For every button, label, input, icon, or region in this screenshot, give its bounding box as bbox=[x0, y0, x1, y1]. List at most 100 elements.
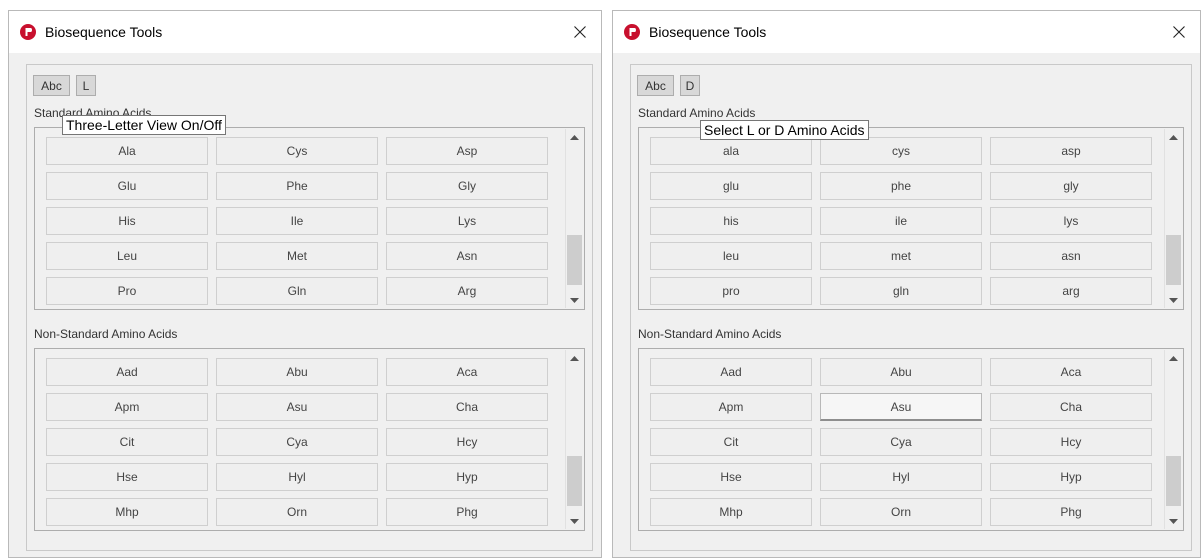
scroll-up-button[interactable] bbox=[566, 350, 583, 366]
amino-acid-button[interactable]: Phg bbox=[990, 498, 1152, 526]
standard-scrollbar[interactable] bbox=[565, 129, 583, 308]
amino-acid-button[interactable]: gly bbox=[990, 172, 1152, 200]
amino-acid-button[interactable]: Mhp bbox=[46, 498, 208, 526]
non-standard-amino-acids-label: Non-Standard Amino Acids bbox=[34, 327, 178, 341]
scroll-up-arrow-icon bbox=[570, 355, 579, 361]
amino-acid-button[interactable]: Hse bbox=[650, 463, 812, 491]
amino-acid-button[interactable]: Apm bbox=[650, 393, 812, 421]
amino-acid-button[interactable]: cys bbox=[820, 137, 982, 165]
amino-acid-button[interactable]: Abu bbox=[216, 358, 378, 386]
non-standard-amino-acids-label: Non-Standard Amino Acids bbox=[638, 327, 782, 341]
amino-acid-button[interactable]: Aca bbox=[386, 358, 548, 386]
amino-acid-button[interactable]: pro bbox=[650, 277, 812, 305]
scroll-down-arrow-icon bbox=[570, 518, 579, 524]
amino-acid-button[interactable]: Orn bbox=[820, 498, 982, 526]
amino-acid-button[interactable]: Glu bbox=[46, 172, 208, 200]
amino-acid-button[interactable]: leu bbox=[650, 242, 812, 270]
amino-acid-button[interactable]: Asu bbox=[820, 393, 982, 421]
amino-acid-button[interactable]: Cit bbox=[46, 428, 208, 456]
non-standard-scrollbar[interactable] bbox=[1164, 350, 1182, 529]
amino-acid-button[interactable]: Phg bbox=[386, 498, 548, 526]
amino-acid-button[interactable]: Orn bbox=[216, 498, 378, 526]
scroll-up-button[interactable] bbox=[566, 129, 583, 145]
non-standard-amino-acids-group: Aad Abu Aca Apm Asu Cha Cit Cya Hcy Hse Hyl Hyp Mhp O… bbox=[638, 348, 1184, 531]
three-letter-view-toggle[interactable]: Abc bbox=[33, 75, 70, 96]
amino-acid-button[interactable]: Hcy bbox=[386, 428, 548, 456]
scroll-thumb[interactable] bbox=[1166, 235, 1181, 285]
l-d-amino-acid-toggle[interactable]: L bbox=[76, 75, 96, 96]
amino-acid-button[interactable]: phe bbox=[820, 172, 982, 200]
scroll-down-button[interactable] bbox=[566, 513, 583, 529]
amino-acid-button[interactable]: Hse bbox=[46, 463, 208, 491]
amino-acid-button[interactable]: asn bbox=[990, 242, 1152, 270]
amino-acid-button[interactable]: Abu bbox=[820, 358, 982, 386]
amino-acid-button[interactable]: Cha bbox=[990, 393, 1152, 421]
scroll-up-arrow-icon bbox=[570, 134, 579, 140]
standard-amino-acids-group: Ala Cys Asp Glu Phe Gly His Ile Lys Leu Met Asn Pro G… bbox=[34, 127, 585, 310]
amino-acid-button[interactable]: lys bbox=[990, 207, 1152, 235]
amino-acid-button[interactable]: Hyl bbox=[216, 463, 378, 491]
amino-acid-button[interactable]: Cit bbox=[650, 428, 812, 456]
amino-acid-button[interactable]: Cya bbox=[216, 428, 378, 456]
amino-acid-button[interactable]: Asp bbox=[386, 137, 548, 165]
amino-acid-button[interactable]: Hyp bbox=[386, 463, 548, 491]
amino-acid-button[interactable]: Asn bbox=[386, 242, 548, 270]
amino-acid-button[interactable]: Aad bbox=[46, 358, 208, 386]
amino-acid-button[interactable]: Phe bbox=[216, 172, 378, 200]
three-letter-view-toggle[interactable]: Abc bbox=[637, 75, 674, 96]
amino-acid-button[interactable]: his bbox=[650, 207, 812, 235]
scroll-thumb[interactable] bbox=[567, 456, 582, 506]
amino-acid-button[interactable]: Mhp bbox=[650, 498, 812, 526]
non-standard-amino-acids-grid: Aad Abu Aca Apm Asu Cha Cit Cya Hcy Hse Hyl Hyp Mhp O… bbox=[46, 358, 548, 530]
amino-acid-button[interactable]: Hyl bbox=[820, 463, 982, 491]
amino-acid-button[interactable]: Apm bbox=[46, 393, 208, 421]
window-title: Biosequence Tools bbox=[45, 24, 163, 40]
amino-acid-button[interactable]: Met bbox=[216, 242, 378, 270]
scroll-up-button[interactable] bbox=[1165, 129, 1182, 145]
amino-acid-button[interactable]: Hyp bbox=[990, 463, 1152, 491]
amino-acid-button[interactable]: Cha bbox=[386, 393, 548, 421]
amino-acid-button[interactable]: Leu bbox=[46, 242, 208, 270]
amino-acid-button[interactable]: Aad bbox=[650, 358, 812, 386]
close-button[interactable] bbox=[569, 21, 591, 43]
standard-amino-acids-grid: Ala Cys Asp Glu Phe Gly His Ile Lys Leu Met Asn Pro G… bbox=[46, 137, 548, 309]
amino-acid-button[interactable]: met bbox=[820, 242, 982, 270]
amino-acid-button[interactable]: glu bbox=[650, 172, 812, 200]
app-logo-icon bbox=[20, 24, 36, 40]
scroll-thumb[interactable] bbox=[567, 235, 582, 285]
amino-acid-button[interactable]: His bbox=[46, 207, 208, 235]
window-title: Biosequence Tools bbox=[649, 24, 767, 40]
amino-acid-button[interactable]: Gly bbox=[386, 172, 548, 200]
amino-acid-button[interactable]: Hcy bbox=[990, 428, 1152, 456]
tool-panel: Abc D Standard Amino Acids ala cys asp glu p… bbox=[630, 64, 1192, 551]
close-button[interactable] bbox=[1168, 21, 1190, 43]
scroll-down-button[interactable] bbox=[566, 292, 583, 308]
amino-acid-button[interactable]: Ile bbox=[216, 207, 378, 235]
amino-acid-button[interactable]: Arg bbox=[386, 277, 548, 305]
amino-acid-button[interactable]: Ala bbox=[46, 137, 208, 165]
close-icon bbox=[1173, 26, 1185, 38]
amino-acid-button[interactable]: ile bbox=[820, 207, 982, 235]
amino-acid-button[interactable]: asp bbox=[990, 137, 1152, 165]
amino-acid-button[interactable]: Gln bbox=[216, 277, 378, 305]
l-d-amino-acid-toggle[interactable]: D bbox=[680, 75, 700, 96]
scroll-down-button[interactable] bbox=[1165, 292, 1182, 308]
scroll-up-button[interactable] bbox=[1165, 350, 1182, 366]
amino-acid-button[interactable]: Lys bbox=[386, 207, 548, 235]
biosequence-tools-window-right: Biosequence Tools Abc D Standard Amino A… bbox=[612, 10, 1201, 558]
amino-acid-button[interactable]: Cys bbox=[216, 137, 378, 165]
amino-acid-button[interactable]: ala bbox=[650, 137, 812, 165]
scroll-up-arrow-icon bbox=[1169, 134, 1178, 140]
amino-acid-button[interactable]: arg bbox=[990, 277, 1152, 305]
non-standard-amino-acids-grid: Aad Abu Aca Apm Asu Cha Cit Cya Hcy Hse Hyl Hyp Mhp O… bbox=[650, 358, 1152, 530]
non-standard-scrollbar[interactable] bbox=[565, 350, 583, 529]
amino-acid-button[interactable]: Aca bbox=[990, 358, 1152, 386]
scroll-thumb[interactable] bbox=[1166, 456, 1181, 506]
title-bar: Biosequence Tools bbox=[613, 11, 1200, 53]
amino-acid-button[interactable]: Cya bbox=[820, 428, 982, 456]
scroll-down-button[interactable] bbox=[1165, 513, 1182, 529]
amino-acid-button[interactable]: Pro bbox=[46, 277, 208, 305]
amino-acid-button[interactable]: gln bbox=[820, 277, 982, 305]
amino-acid-button[interactable]: Asu bbox=[216, 393, 378, 421]
standard-scrollbar[interactable] bbox=[1164, 129, 1182, 308]
